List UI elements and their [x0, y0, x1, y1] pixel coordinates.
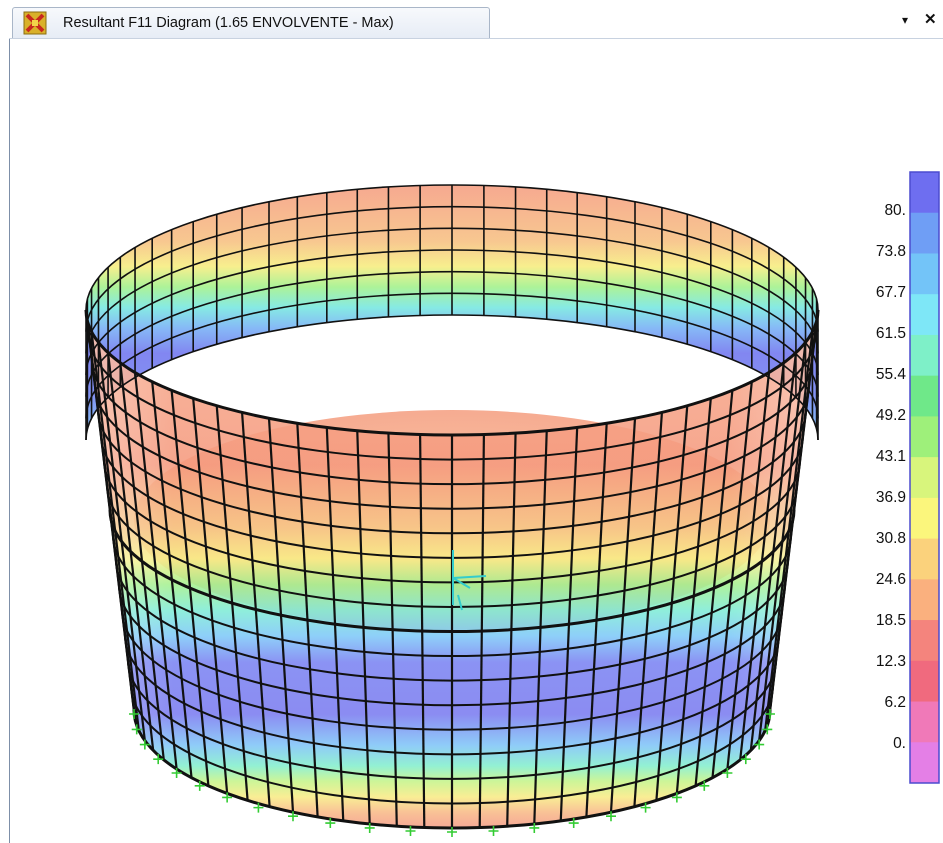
legend-swatch	[910, 660, 939, 703]
legend-value-label: 55.4	[875, 366, 906, 383]
legend-swatch	[910, 701, 939, 743]
legend-swatch	[910, 172, 939, 214]
legend-value-label: 12.3	[875, 653, 906, 670]
legend-swatch	[910, 538, 939, 580]
legend-swatch	[910, 620, 939, 662]
legend-swatch	[910, 253, 939, 295]
legend-value-label: 6.2	[884, 694, 906, 711]
legend-value-label: 80.	[884, 202, 906, 219]
legend-swatch	[910, 375, 939, 417]
legend-swatch	[910, 334, 939, 377]
legend-swatch	[910, 742, 939, 784]
legend-value-label: 24.6	[875, 571, 906, 588]
legend-swatch	[910, 497, 939, 540]
legend-value-label: 73.8	[875, 243, 906, 260]
legend-value-label: 36.9	[875, 489, 906, 506]
legend-value-label: 61.5	[875, 325, 906, 342]
legend-value-label: 67.7	[875, 284, 906, 301]
legend-value-label: 18.5	[875, 612, 906, 629]
legend-swatch	[910, 457, 939, 499]
legend-swatch	[910, 579, 939, 621]
contour-legend-bar	[909, 171, 940, 784]
legend-swatch	[910, 416, 939, 458]
legend-swatch	[910, 212, 939, 254]
legend-value-label: 0.	[893, 735, 906, 752]
legend-value-label: 49.2	[875, 407, 906, 424]
legend-value-label: 43.1	[875, 448, 906, 465]
model-viewport[interactable]	[0, 0, 943, 843]
analysis-window: Resultant F11 Diagram (1.65 ENVOLVENTE -…	[0, 0, 943, 843]
legend-swatch	[910, 294, 939, 336]
legend-value-label: 30.8	[875, 530, 906, 547]
